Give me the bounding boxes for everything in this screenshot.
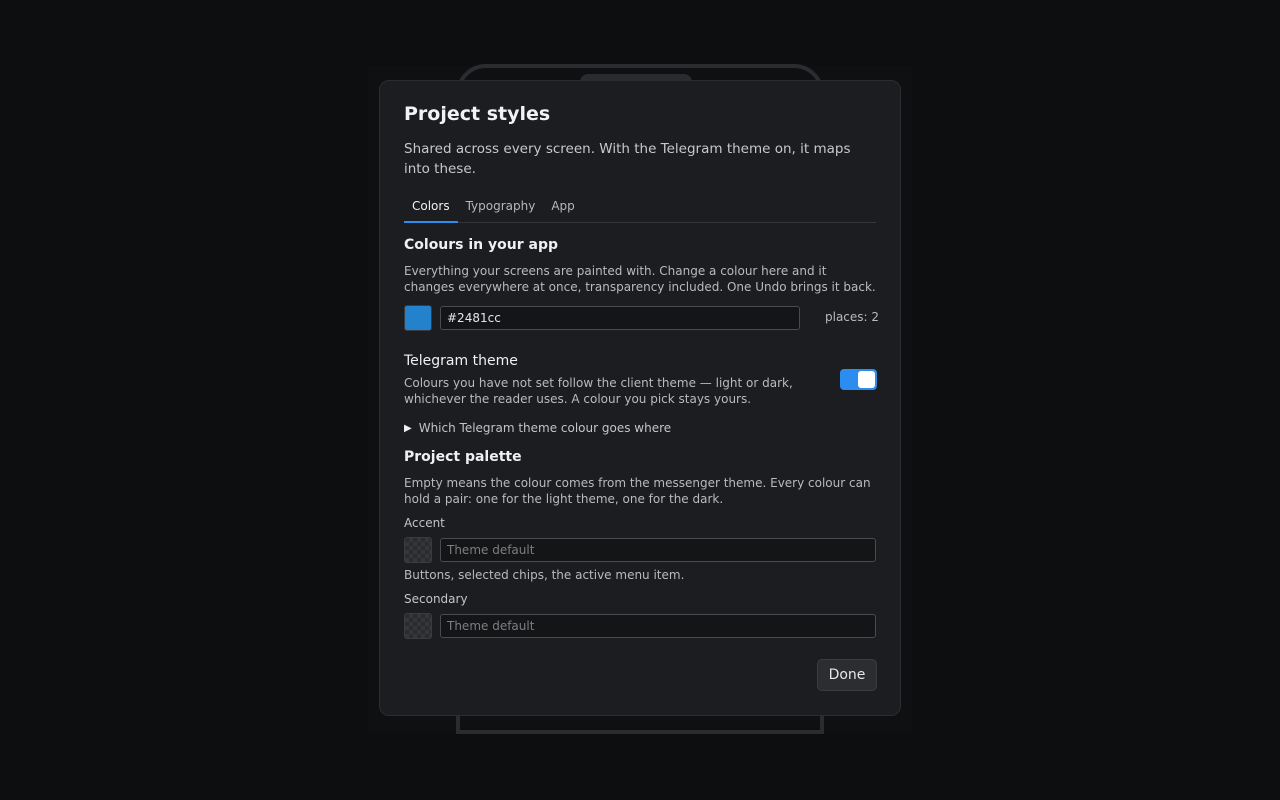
done-button[interactable]: Done (817, 659, 877, 691)
secondary-swatch[interactable] (404, 613, 432, 639)
tab-bar: Colors Typography App (404, 197, 876, 223)
accent-hint: Buttons, selected chips, the active menu… (404, 568, 685, 582)
palette-heading: Project palette (404, 449, 522, 465)
disclosure-triangle-icon: ▶ (404, 422, 412, 434)
telegram-theme-toggle[interactable] (840, 369, 877, 390)
colour-hex-input[interactable] (440, 306, 800, 330)
tab-app[interactable]: App (543, 197, 582, 223)
colours-section-description: Everything your screens are painted with… (404, 264, 876, 294)
accent-label: Accent (404, 516, 445, 530)
accent-swatch[interactable] (404, 537, 432, 563)
telegram-theme-description: Colours you have not set follow the clie… (404, 376, 793, 406)
project-styles-dialog: Project styles Shared across every scree… (379, 80, 901, 716)
toggle-knob (858, 371, 875, 388)
tab-typography[interactable]: Typography (458, 197, 544, 223)
telegram-colour-mapping-disclosure[interactable]: ▶ Which Telegram theme colour goes where (404, 421, 671, 435)
palette-description: Empty means the colour comes from the me… (404, 476, 871, 506)
colour-swatch[interactable] (404, 305, 432, 331)
dialog-title: Project styles (404, 103, 551, 125)
secondary-label: Secondary (404, 592, 468, 606)
secondary-input[interactable] (440, 614, 876, 638)
tab-colors[interactable]: Colors (404, 197, 458, 223)
disclosure-label: Which Telegram theme colour goes where (418, 421, 672, 435)
places-count: places: 2 (825, 310, 880, 324)
dialog-subtitle: Shared across every screen. With the Tel… (404, 141, 851, 177)
colours-section-heading: Colours in your app (404, 237, 559, 253)
telegram-theme-label: Telegram theme (404, 353, 518, 369)
accent-input[interactable] (440, 538, 876, 562)
